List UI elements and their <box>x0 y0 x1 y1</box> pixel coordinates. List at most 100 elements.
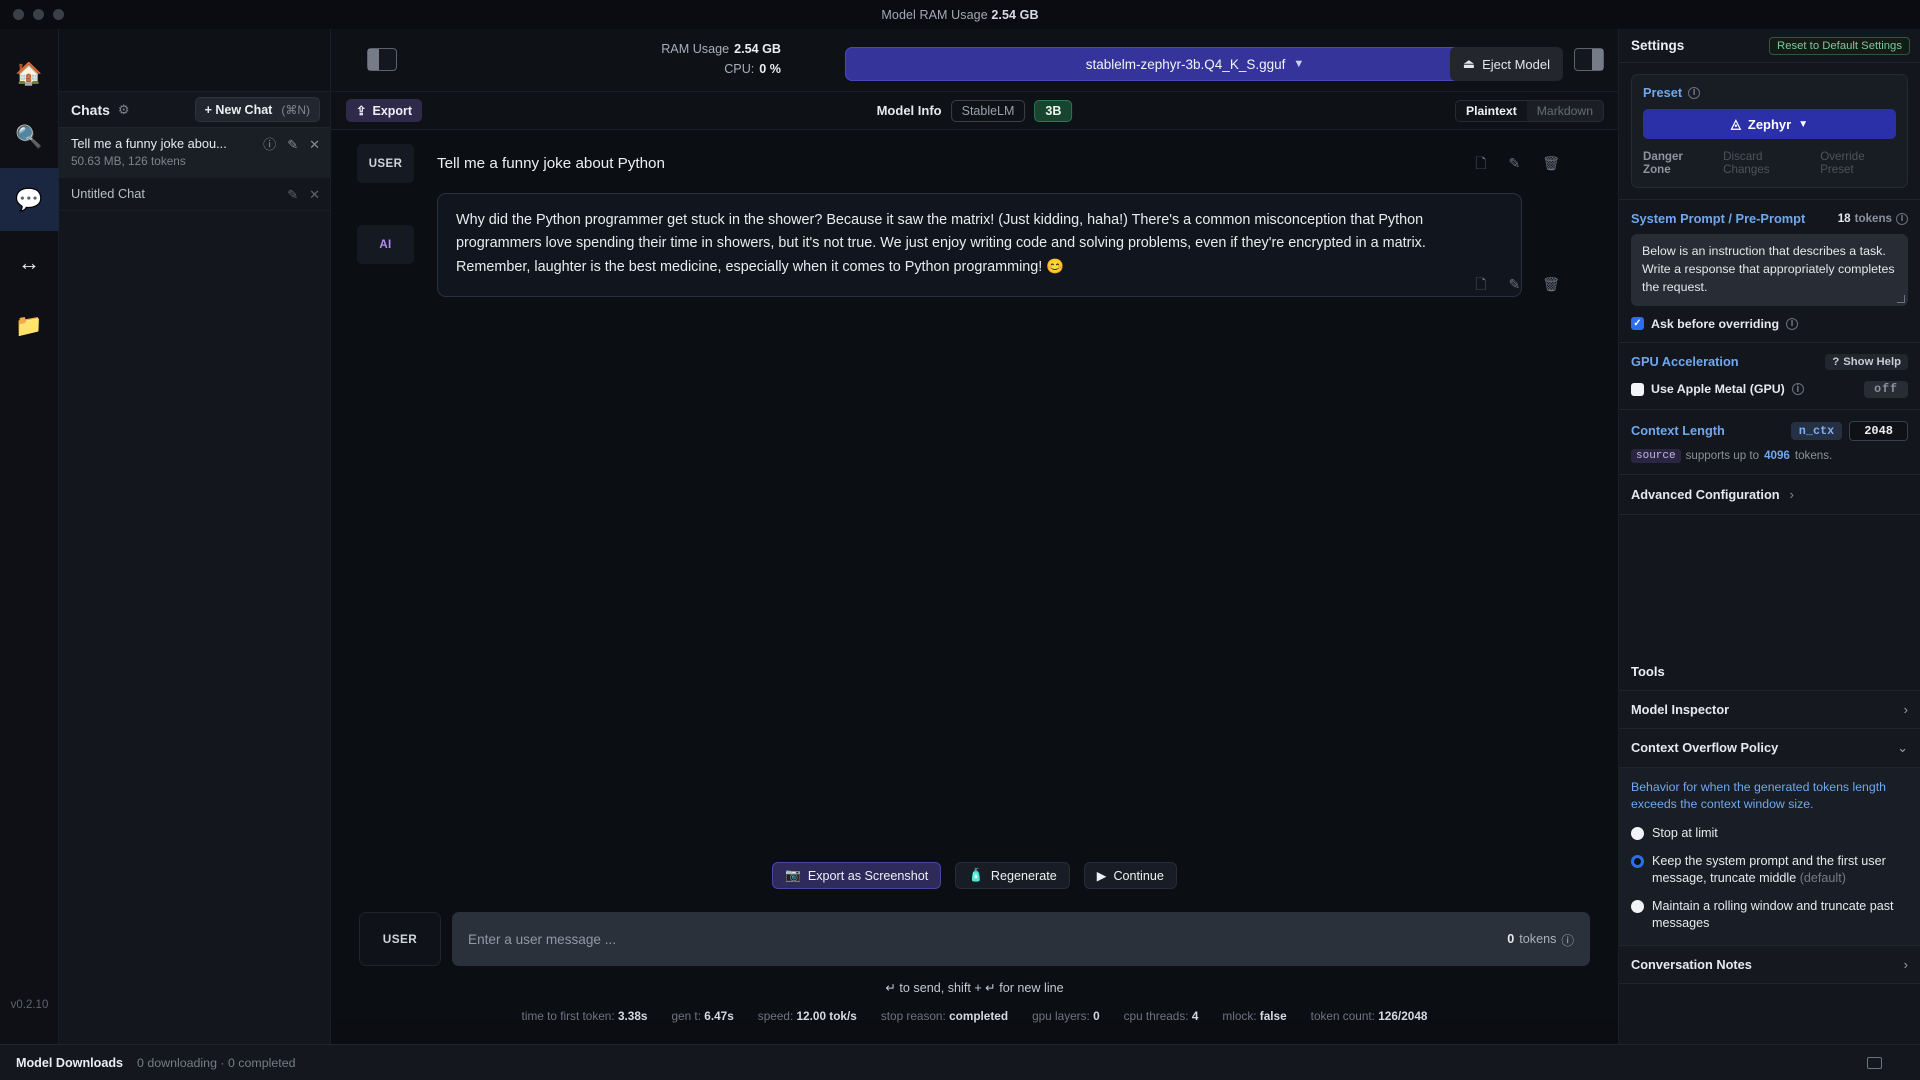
gear-icon[interactable]: ⚙ <box>118 102 130 118</box>
context-length-section: Context Length n_ctx 2048 source support… <box>1619 410 1920 475</box>
system-prompt-textarea[interactable]: Below is an instruction that describes a… <box>1631 234 1908 306</box>
chat-list-item-selected[interactable]: Tell me a funny joke abou... 50.63 MB, 1… <box>59 128 330 178</box>
ram-usage-row: RAM Usage 2.54 GB <box>631 39 781 59</box>
titlebar-ram-label: Model RAM Usage <box>881 7 988 22</box>
stat-value: 0 <box>1093 1009 1100 1023</box>
info-icon[interactable]: i <box>1791 383 1804 396</box>
context-param-name: n_ctx <box>1790 421 1843 440</box>
model-inspector-label: Model Inspector <box>1631 701 1730 717</box>
conversation-notes-label: Conversation Notes <box>1631 956 1752 972</box>
model-inspector-row[interactable]: Model Inspector › <box>1619 690 1920 729</box>
info-icon[interactable]: i <box>1688 86 1701 99</box>
radio-unselected-icon[interactable] <box>1631 826 1644 840</box>
ram-usage-label: RAM Usage <box>661 42 730 56</box>
chat-list-item[interactable]: Untitled Chat ✎ ✕ <box>59 178 330 211</box>
close-icon[interactable]: ✕ <box>309 138 320 151</box>
app-version-label: v0.2.10 <box>10 999 49 1011</box>
export-button[interactable]: ⇪ Export <box>346 99 423 122</box>
source-tag: source <box>1631 448 1681 463</box>
ask-before-overriding-row[interactable]: ✓ Ask before overriding i <box>1631 317 1908 331</box>
context-overflow-body: Behavior for when the generated tokens l… <box>1619 767 1920 946</box>
model-name: stablelm-zephyr-3b.Q4_K_S.gguf <box>1085 56 1286 72</box>
message-input-field[interactable]: Enter a user message ... 0 tokens ⓘ <box>452 912 1590 966</box>
copy-icon[interactable]: 🗋 <box>1475 277 1486 291</box>
message-role-badge: AI <box>357 225 414 264</box>
delete-icon[interactable]: 🗑 <box>1542 277 1560 291</box>
input-token-counter: 0 tokens ⓘ <box>1507 930 1574 949</box>
info-icon[interactable]: i <box>1786 317 1799 330</box>
preset-selector[interactable]: ◬ Zephyr ▼ <box>1643 109 1896 139</box>
edit-icon[interactable]: ✎ <box>287 188 298 201</box>
resource-usage: RAM Usage 2.54 GB CPU: 0 % <box>631 39 781 79</box>
conversation-notes-row[interactable]: Conversation Notes › <box>1619 945 1920 984</box>
overflow-option-label: Keep the system prompt and the first use… <box>1652 853 1886 885</box>
chevron-right-icon: › <box>1789 486 1794 502</box>
override-preset-button[interactable]: Override Preset <box>1820 150 1896 176</box>
edit-icon[interactable]: ✎ <box>1508 277 1520 291</box>
discard-changes-button[interactable]: Discard Changes <box>1723 150 1806 176</box>
radio-unselected-icon[interactable] <box>1631 899 1644 913</box>
checkbox-unchecked-icon[interactable] <box>1631 382 1644 396</box>
toggle-right-panel-icon[interactable] <box>1574 48 1604 71</box>
checkbox-checked-icon[interactable]: ✓ <box>1631 317 1644 331</box>
rail-item-folder[interactable]: 📁 <box>0 294 59 357</box>
generation-stats: time to first token: 3.38s gen t: 6.47s … <box>331 1009 1618 1023</box>
chat-item-title: Untitled Chat <box>71 186 145 201</box>
stat-value: completed <box>949 1009 1009 1023</box>
format-plaintext-tab[interactable]: Plaintext <box>1455 100 1527 121</box>
overflow-option-rolling-window[interactable]: Maintain a rolling window and truncate p… <box>1631 898 1908 932</box>
copy-icon[interactable]: 🗋 <box>1475 156 1486 170</box>
context-length-input[interactable]: 2048 <box>1849 420 1908 441</box>
context-overflow-description: Behavior for when the generated tokens l… <box>1631 779 1886 812</box>
reset-settings-button[interactable]: Reset to Default Settings <box>1769 36 1910 55</box>
preset-label: Preset <box>1643 85 1683 100</box>
eject-model-button[interactable]: ⏏ Eject Model <box>1449 47 1563 81</box>
stat-value: 4 <box>1191 1009 1199 1023</box>
info-icon[interactable]: ⓘ <box>1561 930 1574 949</box>
gpu-section: GPU Acceleration ? Show Help Use Apple M… <box>1619 343 1920 410</box>
format-toggle[interactable]: Plaintext Markdown <box>1454 99 1604 122</box>
export-as-screenshot-button[interactable]: 📷 Export as Screenshot <box>772 862 942 889</box>
continue-button[interactable]: ▶ Continue <box>1083 862 1177 889</box>
use-apple-metal-row[interactable]: Use Apple Metal (GPU) i off <box>1631 380 1908 398</box>
panel-icon[interactable] <box>1867 1056 1882 1069</box>
eject-model-label: Eject Model <box>1482 56 1550 72</box>
rail-item-server[interactable]: ↔ <box>0 231 59 294</box>
rail-item-home[interactable]: 🏠 <box>0 42 59 105</box>
delete-icon[interactable]: 🗑 <box>1542 156 1560 170</box>
cube-icon: ◬ <box>1730 116 1741 131</box>
context-overflow-policy-row[interactable]: Context Overflow Policy ⌄ <box>1619 728 1920 768</box>
titlebar-ram-value: 2.54 GB <box>991 7 1039 22</box>
show-help-button[interactable]: ? Show Help <box>1825 353 1908 370</box>
close-icon[interactable]: ✕ <box>309 188 320 201</box>
input-role-badge[interactable]: USER <box>359 912 441 966</box>
rail-item-chat[interactable]: 💬 <box>0 168 59 231</box>
overflow-option-truncate-middle[interactable]: Keep the system prompt and the first use… <box>1631 853 1908 887</box>
stat-label: cpu threads: <box>1123 1009 1189 1023</box>
chevron-right-icon: › <box>1903 701 1908 717</box>
model-downloads-label[interactable]: Model Downloads <box>16 1056 123 1070</box>
ask-before-overriding-label: Ask before overriding <box>1651 316 1780 331</box>
toggle-left-panel-icon[interactable] <box>367 48 397 71</box>
info-icon[interactable]: ⓘ <box>263 138 276 151</box>
chat-item-title: Tell me a funny joke abou... <box>71 136 227 151</box>
context-length-label-row: Context Length n_ctx 2048 <box>1631 420 1908 441</box>
chevron-down-icon: ▼ <box>1798 118 1809 130</box>
cpu-usage-row: CPU: 0 % <box>631 59 781 79</box>
message-actions: 🗋 ✎ 🗑 <box>1475 277 1560 291</box>
overflow-option-stop-at-limit[interactable]: Stop at limit <box>1631 825 1908 842</box>
info-icon[interactable]: i <box>1896 212 1908 225</box>
format-markdown-tab[interactable]: Markdown <box>1527 101 1603 121</box>
new-chat-button[interactable]: + New Chat (⌘N) <box>194 97 320 122</box>
stat-item: cpu threads: 4 <box>1124 1009 1199 1023</box>
advanced-configuration-row[interactable]: Advanced Configuration › <box>1619 475 1920 515</box>
regenerate-label: Regenerate <box>990 868 1057 883</box>
edit-icon[interactable]: ✎ <box>287 138 298 151</box>
model-selector[interactable]: stablelm-zephyr-3b.Q4_K_S.gguf ▼ <box>845 47 1545 81</box>
edit-icon[interactable]: ✎ <box>1508 156 1520 170</box>
rail-item-search[interactable]: 🔍 <box>0 105 59 168</box>
show-help-label: Show Help <box>1843 355 1901 368</box>
radio-selected-icon[interactable] <box>1631 854 1644 868</box>
regenerate-button[interactable]: 🧴 Regenerate <box>955 862 1070 889</box>
settings-panel: Settings Reset to Default Settings Prese… <box>1618 29 1920 1051</box>
